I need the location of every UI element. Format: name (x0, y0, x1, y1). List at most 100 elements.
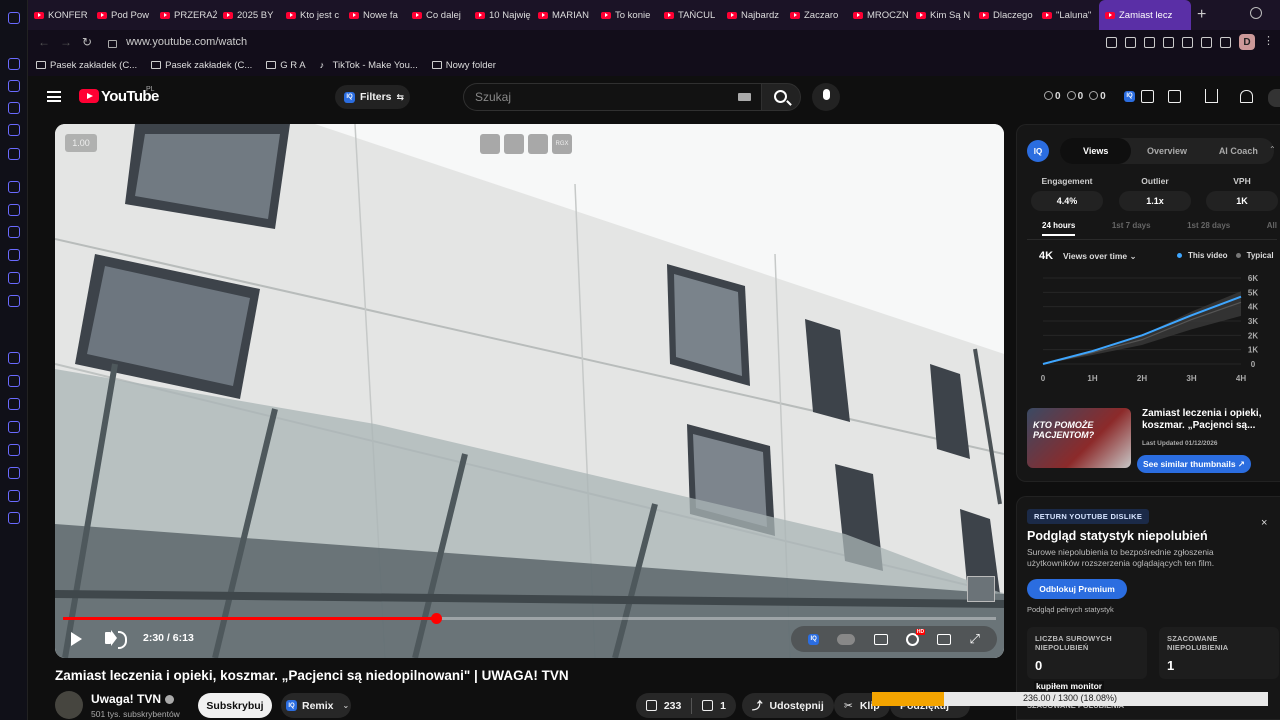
x-icon[interactable] (8, 272, 20, 284)
like-count[interactable]: 233 (664, 700, 682, 712)
play-icon[interactable] (71, 632, 82, 646)
user-icon[interactable] (8, 102, 20, 114)
close-icon[interactable]: × (1261, 517, 1267, 529)
notifications-bell-icon[interactable] (1240, 89, 1253, 103)
grid-icon[interactable] (8, 148, 20, 160)
playback-speed-label[interactable]: 1.00 (65, 134, 97, 152)
chat-icon[interactable] (8, 352, 20, 364)
voice-search-button[interactable] (812, 83, 840, 111)
tab[interactable]: Kim Są N (910, 0, 973, 30)
puzzle-icon[interactable] (8, 490, 20, 502)
reload-icon[interactable]: ↻ (82, 35, 92, 49)
range-tab[interactable]: 24 hours (1042, 221, 1076, 236)
tab-search-icon[interactable] (1250, 7, 1262, 19)
lock-icon[interactable] (108, 40, 118, 48)
progress-bar[interactable] (63, 613, 996, 624)
range-tab[interactable]: All (1267, 221, 1277, 236)
subscribe-button[interactable]: Subskrybuj (198, 693, 272, 718)
dislike-icon[interactable] (702, 700, 714, 711)
download-icon[interactable] (8, 467, 20, 479)
list-icon[interactable] (1141, 89, 1154, 103)
profile-avatar[interactable]: D (1239, 34, 1255, 50)
video-player[interactable]: 1.00 RGX 2:30 / 6:13 IQ HD ⤢ (55, 124, 1004, 658)
tab[interactable]: KONFER (28, 0, 91, 30)
url-field[interactable]: www.youtube.com/watch (126, 36, 247, 48)
iq-icon[interactable]: IQ (808, 633, 820, 645)
wallet-icon[interactable] (8, 421, 20, 433)
telegram-icon[interactable] (8, 226, 20, 238)
tab[interactable]: "Laluna" (1036, 0, 1099, 30)
history-icon[interactable] (8, 80, 20, 92)
channel-name[interactable]: Uwaga! TVN (91, 692, 175, 706)
bookmark-icon[interactable] (8, 12, 20, 24)
screenshot-icon[interactable] (1125, 36, 1136, 48)
twitch-icon[interactable] (8, 181, 20, 193)
tab-active[interactable]: Zamiast lecz (1099, 0, 1191, 30)
tab[interactable]: To konie (595, 0, 658, 30)
range-tab[interactable]: 1st 7 days (1112, 221, 1151, 236)
views-over-time-select[interactable]: Views over time ⌄ (1063, 251, 1137, 262)
back-icon[interactable]: ← (38, 35, 50, 49)
dislike-count[interactable]: 1 (720, 700, 726, 712)
thumbnail-card[interactable]: KTO POMOŻE PACJENTOM? (1027, 408, 1131, 468)
remix-button[interactable]: IQ Remix ⌄ (281, 693, 351, 718)
extensions-icon[interactable] (1220, 36, 1231, 48)
new-tab-button[interactable]: + (1197, 6, 1206, 24)
tab[interactable]: PRZERAŻ (154, 0, 217, 30)
tab[interactable]: Kto jest c (280, 0, 343, 30)
tab[interactable]: Najbardz (721, 0, 784, 30)
range-tab[interactable]: 1st 28 days (1187, 221, 1230, 236)
tab[interactable]: 2025 BY (217, 0, 280, 30)
chevron-down-icon[interactable]: ⌄ (343, 701, 350, 710)
channel-avatar[interactable] (55, 691, 83, 719)
popout-icon[interactable] (480, 134, 500, 154)
skip-icon[interactable] (528, 134, 548, 154)
see-similar-thumbnails-button[interactable]: See similar thumbnails ↗ (1137, 455, 1251, 473)
play-extension-icon[interactable] (1163, 36, 1174, 48)
discord-icon[interactable] (8, 295, 20, 307)
filters-button[interactable]: IQ Filters ⇆ (335, 85, 410, 109)
tab[interactable]: Co dalej (406, 0, 469, 30)
tab[interactable]: MROCZN (847, 0, 910, 30)
send-icon[interactable] (8, 375, 20, 387)
globe-icon[interactable] (1201, 36, 1212, 48)
message-icon[interactable] (8, 58, 20, 70)
bookmark-item[interactable]: G R A (266, 60, 306, 71)
theater-mode-icon[interactable] (937, 633, 952, 645)
channel-watermark[interactable] (967, 576, 995, 602)
upload-icon[interactable] (1205, 89, 1218, 103)
bookmark-item[interactable]: Pasek zakładek (C... (36, 60, 137, 71)
messenger-icon[interactable] (8, 204, 20, 216)
heart-icon[interactable] (8, 398, 20, 410)
tab-ai-coach[interactable]: AI Coach (1203, 138, 1274, 164)
tab-overview[interactable]: Overview (1131, 138, 1202, 164)
menu-icon[interactable]: ⋮ (1263, 35, 1274, 48)
keyboard-icon[interactable] (738, 93, 751, 101)
tab[interactable]: Nowe fa (343, 0, 406, 30)
volume-icon[interactable] (105, 631, 127, 649)
autoplay-toggle-icon[interactable] (837, 633, 856, 645)
search-button[interactable] (761, 83, 801, 111)
clock-icon[interactable] (8, 444, 20, 456)
tab[interactable]: Pod Pow (91, 0, 154, 30)
iq-icon[interactable]: IQ (1124, 90, 1135, 102)
share-button[interactable]: ⤴ Udostępnij (742, 693, 834, 718)
account-avatar[interactable] (1268, 89, 1280, 107)
tab[interactable]: TAŃCUL (658, 0, 721, 30)
menu-hamburger-icon[interactable] (47, 91, 61, 102)
rgx-button[interactable]: RGX (552, 134, 572, 154)
bookmark-item[interactable]: Nowy folder (431, 60, 496, 71)
fullscreen-icon[interactable]: ⤢ (969, 631, 979, 647)
like-icon[interactable] (646, 700, 657, 711)
collapse-icon[interactable]: ⌃ (1269, 145, 1276, 154)
tab[interactable]: Zaczaro (784, 0, 847, 30)
trophy-icon[interactable] (1168, 89, 1181, 103)
tab[interactable]: 10 Najwię (469, 0, 532, 30)
heart-icon[interactable] (1182, 36, 1193, 48)
tab-views[interactable]: Views (1060, 138, 1132, 164)
settings-icon[interactable] (8, 512, 20, 524)
search-input[interactable]: Szukaj (463, 83, 761, 111)
tab[interactable]: MARIAN (532, 0, 595, 30)
forward-icon[interactable]: → (60, 35, 72, 49)
instagram-icon[interactable] (8, 249, 20, 261)
